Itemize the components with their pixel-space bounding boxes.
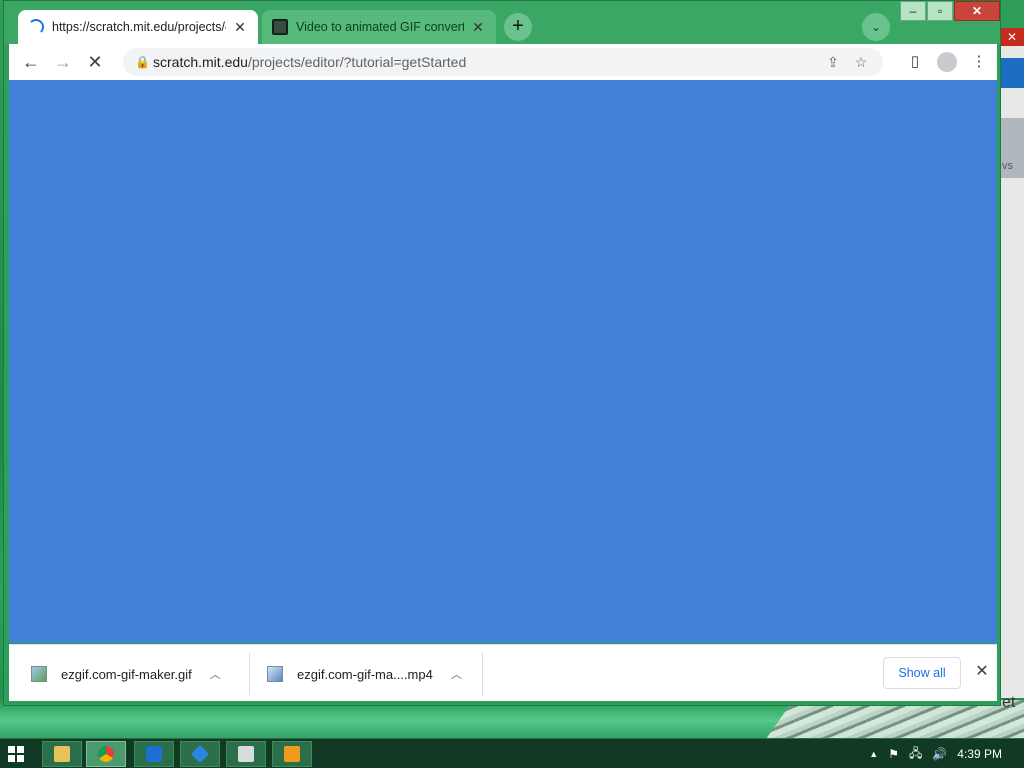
loading-spinner-icon xyxy=(28,19,44,35)
divider xyxy=(482,653,483,695)
volume-icon[interactable]: 🔊 xyxy=(932,747,947,761)
background-window-text: et xyxy=(1002,694,1016,711)
tab-gif-converter[interactable]: Video to animated GIF converter ✕ xyxy=(262,10,496,44)
new-tab-button[interactable]: + xyxy=(504,13,532,41)
background-window[interactable]: ✕ vs et xyxy=(1000,28,1024,711)
download-item[interactable]: ezgif.com-gif-ma....mp4 ︿ xyxy=(267,653,462,695)
background-window-text: vs xyxy=(1002,160,1013,172)
background-window-close-button[interactable]: ✕ xyxy=(1000,28,1024,46)
url-path: /projects/editor/?tutorial=getStarted xyxy=(247,54,467,70)
close-download-bar-icon[interactable]: ✕ xyxy=(969,659,995,685)
show-all-downloads-button[interactable]: Show all xyxy=(883,657,961,689)
action-center-flag-icon[interactable]: ⚑ xyxy=(888,747,899,761)
tab-title: https://scratch.mit.edu/projects/e xyxy=(52,20,226,34)
download-bar: ezgif.com-gif-maker.gif ︿ ezgif.com-gif-… xyxy=(9,644,997,701)
file-explorer-icon xyxy=(54,746,70,762)
chrome-icon xyxy=(98,746,114,762)
chevron-up-icon[interactable]: ︿ xyxy=(210,666,221,682)
maximize-button[interactable]: ▫ xyxy=(927,1,953,21)
menu-button[interactable]: ⋮ xyxy=(963,46,995,78)
share-icon[interactable]: ⇪ xyxy=(819,54,847,71)
download-item[interactable]: ezgif.com-gif-maker.gif ︿ xyxy=(31,653,221,695)
taskbar-app[interactable] xyxy=(226,741,266,767)
background-window-header xyxy=(1000,58,1024,88)
lock-icon[interactable]: 🔒 xyxy=(135,55,153,69)
tab-strip: https://scratch.mit.edu/projects/e ✕ Vid… xyxy=(4,1,1000,44)
close-window-button[interactable]: ✕ xyxy=(954,1,1000,21)
taskbar-app[interactable] xyxy=(134,741,174,767)
taskbar: ▲ ⚑ 🖧 🔊 4:39 PM xyxy=(0,738,1024,768)
tab-search-button[interactable]: ⌄ xyxy=(862,13,890,41)
url-host: scratch.mit.edu xyxy=(153,54,248,70)
media-player-icon xyxy=(284,746,300,762)
app-blue2-icon xyxy=(190,744,210,764)
tab-title: Video to animated GIF converter xyxy=(296,20,464,34)
minimize-button[interactable]: – xyxy=(900,1,926,21)
tab-close-icon[interactable]: ✕ xyxy=(470,19,486,36)
tab-close-icon[interactable]: ✕ xyxy=(232,19,248,36)
app-blue-icon xyxy=(146,746,162,762)
browser-window: https://scratch.mit.edu/projects/e ✕ Vid… xyxy=(3,0,1001,706)
back-button[interactable]: ← xyxy=(15,46,47,78)
download-filename: ezgif.com-gif-maker.gif xyxy=(61,666,192,682)
film-icon xyxy=(272,19,288,35)
taskbar-file-explorer[interactable] xyxy=(42,741,82,767)
show-hidden-icons-icon[interactable]: ▲ xyxy=(869,749,878,759)
taskbar-chrome[interactable] xyxy=(86,741,126,767)
avatar xyxy=(937,52,957,73)
stop-loading-button[interactable]: ✕ xyxy=(79,46,111,78)
system-tray: ▲ ⚑ 🖧 🔊 4:39 PM xyxy=(869,739,1024,768)
page-content[interactable] xyxy=(9,80,997,643)
taskbar-app[interactable] xyxy=(180,741,220,767)
address-bar-actions: ⇪ ☆ xyxy=(819,48,875,76)
divider xyxy=(249,653,250,695)
network-icon[interactable]: 🖧 xyxy=(909,744,922,765)
taskbar-media-player[interactable] xyxy=(272,741,312,767)
app-gray-icon xyxy=(238,746,254,762)
forward-button[interactable]: → xyxy=(47,46,79,78)
tab-scratch[interactable]: https://scratch.mit.edu/projects/e ✕ xyxy=(18,10,258,44)
download-filename: ezgif.com-gif-ma....mp4 xyxy=(297,666,433,682)
window-controls: – ▫ ✕ xyxy=(899,1,1000,23)
profile-button[interactable] xyxy=(931,46,963,78)
browser-toolbar: ← → ✕ 🔒 scratch.mit.edu/projects/editor/… xyxy=(9,44,997,80)
clock[interactable]: 4:39 PM xyxy=(957,747,1002,761)
side-panel-icon[interactable]: ▯ xyxy=(899,46,931,78)
toolbar-right: ▯ ⋮ xyxy=(899,46,995,78)
video-file-icon xyxy=(267,666,283,682)
image-file-icon xyxy=(31,666,47,682)
chevron-up-icon[interactable]: ︿ xyxy=(451,666,462,682)
bookmark-star-icon[interactable]: ☆ xyxy=(847,54,875,71)
windows-start-icon[interactable] xyxy=(8,746,24,762)
address-bar[interactable]: 🔒 scratch.mit.edu/projects/editor/?tutor… xyxy=(123,48,883,76)
